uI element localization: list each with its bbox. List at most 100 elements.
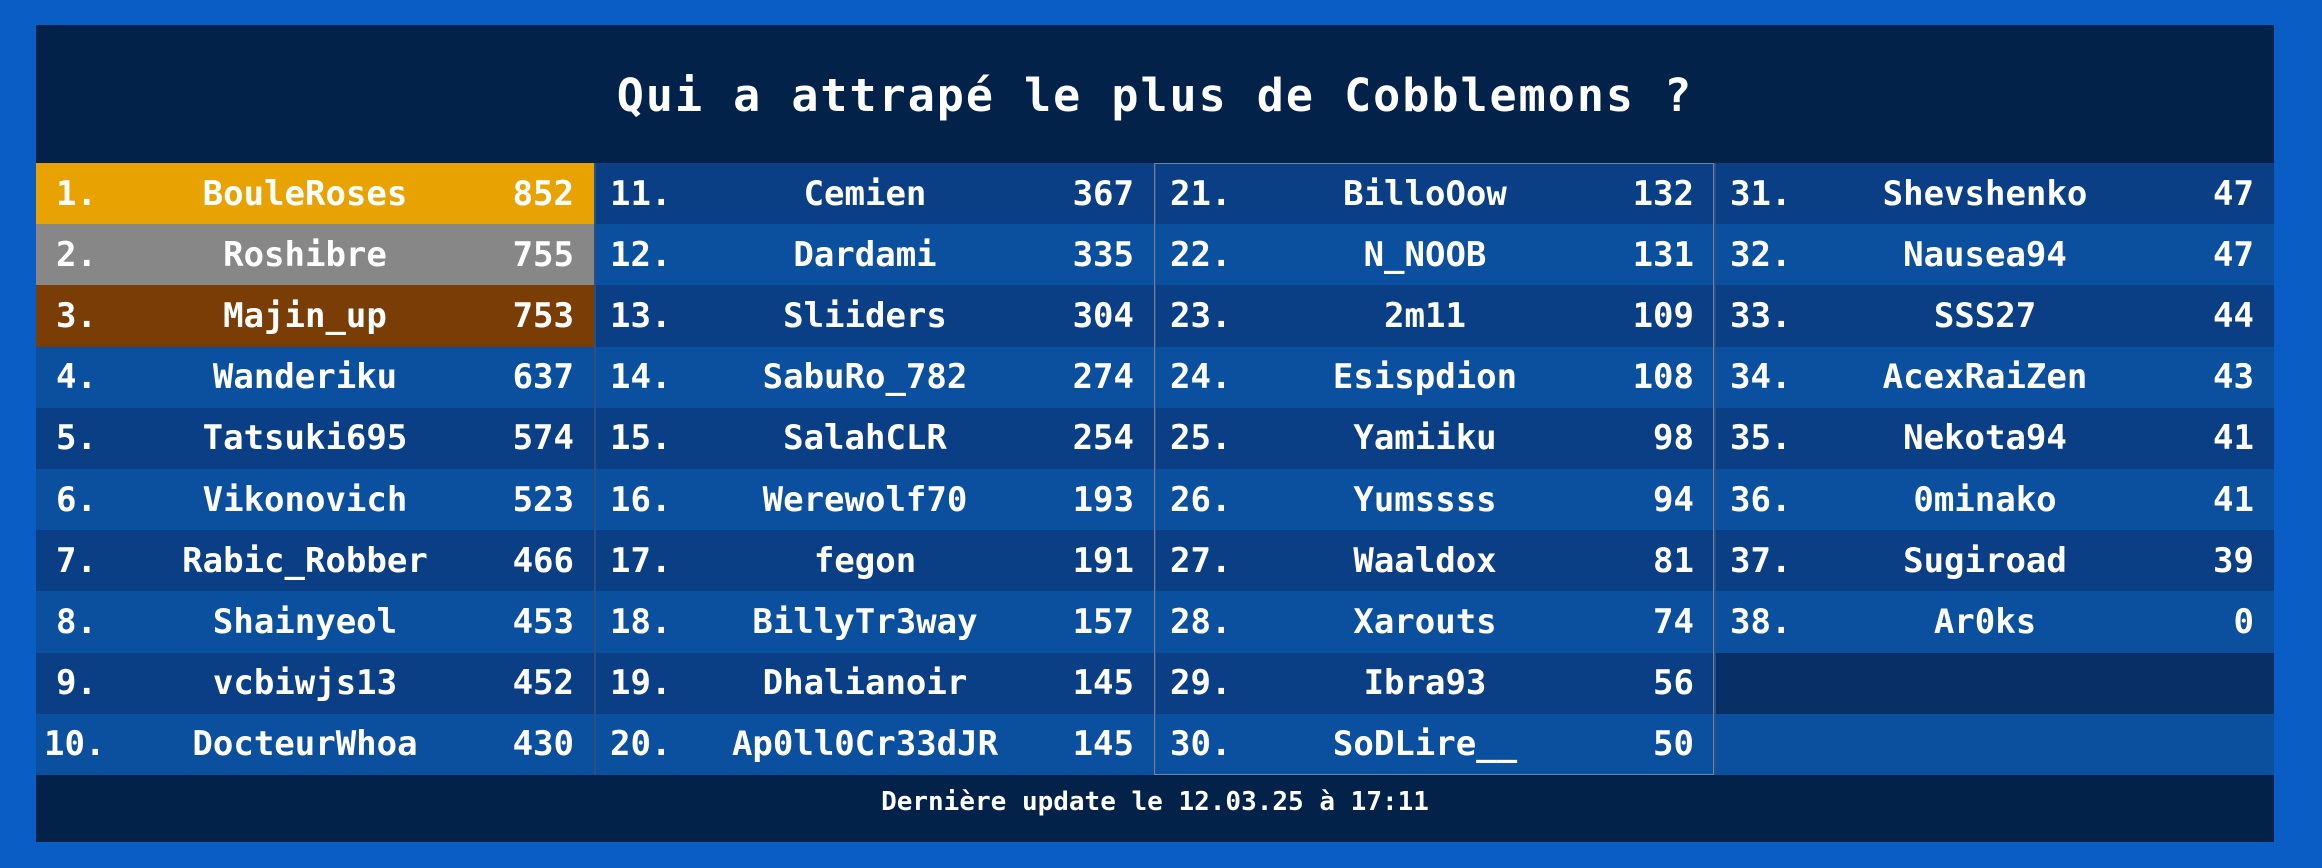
player-rank: 15. [610,418,672,459]
player-rank: 18. [610,601,672,642]
leaderboard-row: 37. Sugiroad 39 [1716,530,2274,592]
leaderboard-row: 7. Rabic_Robber 466 [36,530,594,592]
leaderboard-row: 34. AcexRaiZen 43 [1716,346,2274,408]
leaderboard-row: 21. BilloOow 132 [1156,163,1714,225]
player-name: Ar0ks [1933,601,2037,642]
player-rank: 19. [610,663,672,704]
player-name: 0minako [1913,479,2057,520]
player-name: SSS27 [1933,295,2037,336]
player-rank: 2. [56,234,97,275]
leaderboard-row: 5. Tatsuki695 574 [36,407,594,469]
player-score: 41 [2213,479,2254,520]
player-name: Cemien [803,173,927,214]
player-name: Yamiiku [1353,418,1497,459]
player-name: fegon [813,540,917,581]
player-name: Majin_up [223,295,387,336]
player-rank: 7. [56,540,97,581]
player-name: Yumssss [1353,479,1497,520]
empty-row [1716,652,2274,714]
player-name: Shevshenko [1882,173,2088,214]
player-rank: 17. [610,540,672,581]
player-score: 81 [1653,540,1694,581]
player-name: Shainyeol [212,601,398,642]
leaderboard-row: 36. 0minako 41 [1716,468,2274,531]
player-score: 430 [512,724,574,765]
leaderboard-title: Qui a attrapé le plus de Cobblemons ? [616,68,1694,122]
player-score: 753 [512,295,574,336]
player-rank: 30. [1170,724,1232,765]
empty-row [1716,713,2274,775]
player-score: 132 [1632,173,1694,214]
player-rank: 31. [1730,173,1792,214]
player-name: N_NOOB [1363,234,1487,275]
player-name: Esispdion [1332,357,1518,398]
leaderboard-row: 22. N_NOOB 131 [1156,224,1714,286]
player-rank: 9. [56,663,97,704]
player-score: 637 [512,357,574,398]
leaderboard-row: 14. SabuRo_782 274 [596,346,1154,408]
leaderboard-row: 9. vcbiwjs13 452 [36,652,594,714]
leaderboard-row: 17. fegon 191 [596,530,1154,592]
leaderboard-row: 10. DocteurWhoa 430 [36,713,594,775]
leaderboard-row: 19. Dhalianoir 145 [596,652,1154,714]
player-score: 466 [512,540,574,581]
player-rank: 24. [1170,357,1232,398]
player-score: 43 [2213,357,2254,398]
player-score: 41 [2213,418,2254,459]
leaderboard-row: 16. Werewolf70 193 [596,468,1154,531]
player-score: 47 [2213,173,2254,214]
leaderboard-row: 6. Vikonovich 523 [36,468,594,531]
player-score: 74 [1653,601,1694,642]
leaderboard-row: 15. SalahCLR 254 [596,407,1154,469]
leaderboard-row: 24. Esispdion 108 [1156,346,1714,408]
player-name: DocteurWhoa [192,724,418,765]
leaderboard-panel: Qui a attrapé le plus de Cobblemons ? 1.… [36,25,2274,842]
player-rank: 34. [1730,357,1792,398]
player-name: Xarouts [1353,601,1497,642]
player-rank: 11. [610,173,672,214]
leaderboard-row: 27. Waaldox 81 [1156,530,1714,592]
leaderboard-row: 20. Ap0ll0Cr33dJR 145 [596,713,1154,775]
player-score: 274 [1072,357,1134,398]
player-rank: 1. [56,173,97,214]
player-rank: 38. [1730,601,1792,642]
player-rank: 26. [1170,479,1232,520]
player-score: 131 [1632,234,1694,275]
player-score: 50 [1653,724,1694,765]
leaderboard-row: 12. Dardami 335 [596,224,1154,286]
player-rank: 13. [610,295,672,336]
player-score: 852 [512,173,574,214]
player-name: SalahCLR [783,418,947,459]
leaderboard-row: 30. SoDLire__ 50 [1156,713,1714,775]
leaderboard-row: 3. Majin_up 753 [36,285,594,347]
leaderboard-row: 18. BillyTr3way 157 [596,591,1154,653]
player-score: 98 [1653,418,1694,459]
leaderboard-column-1: 1. BouleRoses 852 2. Roshibre 755 3. Majin_up 75… [36,163,594,775]
player-rank: 36. [1730,479,1792,520]
leaderboard-row: 33. SSS27 44 [1716,285,2274,347]
player-name: Dhalianoir [762,663,968,704]
leaderboard-columns: 1. BouleRoses 852 2. Roshibre 755 3. Majin_up 75… [36,163,2274,775]
player-score: 523 [512,479,574,520]
leaderboard-column-3: 21. BilloOow 132 22. N_NOOB 131 23. 2m11 109 24. E… [1154,163,1714,775]
player-score: 47 [2213,234,2254,275]
player-name: vcbiwjs13 [212,663,398,704]
player-name: BilloOow [1343,173,1507,214]
player-name: Tatsuki695 [202,418,408,459]
player-rank: 21. [1170,173,1232,214]
player-rank: 4. [56,357,97,398]
leaderboard-column-4: 31. Shevshenko 47 32. Nausea94 47 33. SSS27 44 34… [1714,163,2274,775]
player-name: Wanderiku [212,357,398,398]
player-score: 56 [1653,663,1694,704]
leaderboard-row: 23. 2m11 109 [1156,285,1714,347]
player-rank: 32. [1730,234,1792,275]
leaderboard-row: 29. Ibra93 56 [1156,652,1714,714]
leaderboard-row: 26. Yumssss 94 [1156,468,1714,531]
player-score: 755 [512,234,574,275]
leaderboard-row: 25. Yamiiku 98 [1156,407,1714,469]
player-score: 145 [1072,663,1134,704]
player-name: AcexRaiZen [1882,357,2088,398]
player-name: Ap0ll0Cr33dJR [731,724,999,765]
leaderboard-row: 35. Nekota94 41 [1716,407,2274,469]
player-rank: 28. [1170,601,1232,642]
